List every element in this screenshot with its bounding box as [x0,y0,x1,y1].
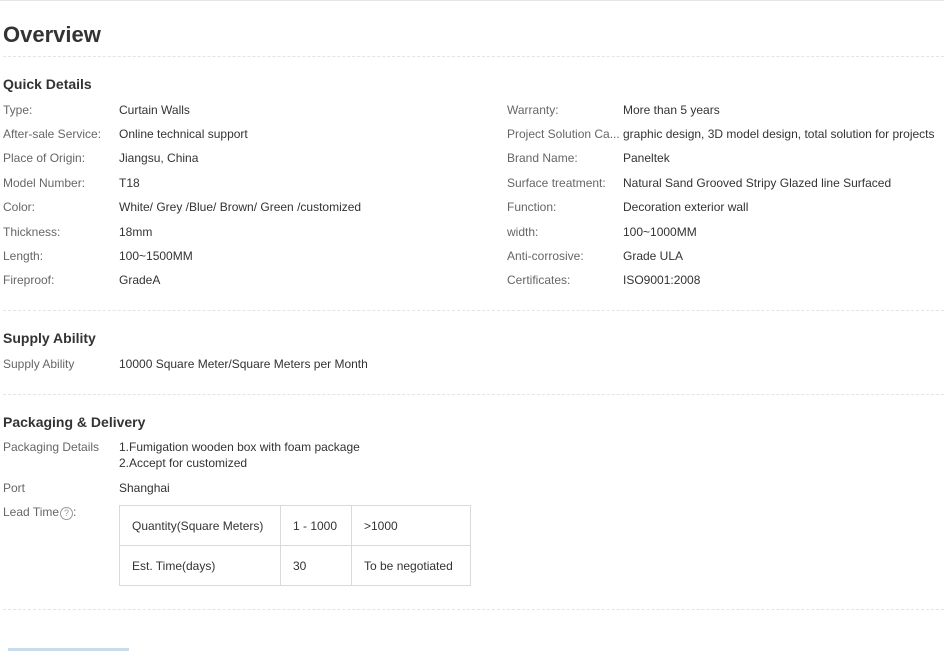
table-cell: 1 - 1000 [280,505,352,546]
detail-label: Brand Name: [507,151,578,165]
detail-value: White/ Grey /Blue/ Brown/ Green /customi… [119,200,362,214]
detail-value: 10000 Square Meter/Square Meters per Mon… [119,357,368,371]
section-title-quick-details: Quick Details [3,76,92,92]
detail-label: Place of Origin: [3,151,86,165]
packaging-details-value: 1.Fumigation wooden box with foam packag… [119,439,360,471]
detail-label: Anti-corrosive: [507,249,584,263]
detail-label: Packaging Details [3,440,100,454]
divider [3,310,944,311]
detail-label: Supply Ability [3,357,75,371]
detail-label: Model Number: [3,176,86,190]
detail-label: Length: [3,249,44,263]
detail-value: ISO9001:2008 [623,273,701,287]
divider [3,394,944,395]
detail-label: Type: [3,103,33,117]
top-border [0,0,944,1]
detail-value: Jiangsu, China [119,151,199,165]
detail-label: After-sale Service: [3,127,102,141]
section-title-supply-ability: Supply Ability [3,330,96,346]
divider [3,609,944,610]
detail-value: GradeA [119,273,161,287]
table-cell: >1000 [351,505,471,546]
detail-value: T18 [119,176,140,190]
detail-value: Shanghai [119,481,170,495]
divider [3,56,944,57]
lead-time-table: Quantity(Square Meters) 1 - 1000 >1000 E… [119,505,471,586]
table-cell: Est. Time(days) [119,545,281,586]
table-row: Est. Time(days) 30 To be negotiated [119,545,471,586]
table-cell: Quantity(Square Meters) [119,505,281,546]
detail-label: Surface treatment: [507,176,606,190]
detail-value: More than 5 years [623,103,720,117]
detail-value: Natural Sand Grooved Stripy Glazed line … [623,176,892,190]
detail-label: Warranty: [507,103,559,117]
detail-value: 100~1500MM [119,249,193,263]
detail-label: Lead Time [3,505,60,519]
page-title: Overview [3,22,101,47]
table-row: Quantity(Square Meters) 1 - 1000 >1000 [119,505,471,546]
help-icon[interactable]: ? [60,507,74,520]
packaging-details-line: 2.Accept for customized [119,456,248,470]
table-cell: To be negotiated [351,545,471,586]
detail-label: Port [3,481,26,495]
detail-value: 100~1000MM [623,225,697,239]
detail-value: Grade ULA [623,249,684,263]
detail-label: Thickness: [3,225,61,239]
section-title-packaging-delivery: Packaging & Delivery [3,414,146,430]
detail-label: Function: [507,200,557,214]
detail-label: width: [507,225,539,239]
detail-label: Fireproof: [3,273,55,287]
detail-label: Color: [3,200,36,214]
detail-row-lead-time: Lead Time?: [3,503,76,521]
packaging-details-line: 1.Fumigation wooden box with foam packag… [119,440,360,454]
detail-label: Project Solution Ca... [507,127,620,141]
detail-label: Certificates: [507,273,571,287]
detail-value: Curtain Walls [119,103,190,117]
detail-value: Paneltek [623,151,670,165]
detail-value: Decoration exterior wall [623,200,749,214]
detail-value: Online technical support [119,127,248,141]
detail-value: graphic design, 3D model design, total s… [623,127,935,141]
label-colon: : [73,505,77,519]
table-cell: 30 [280,545,352,586]
detail-value: 18mm [119,225,153,239]
